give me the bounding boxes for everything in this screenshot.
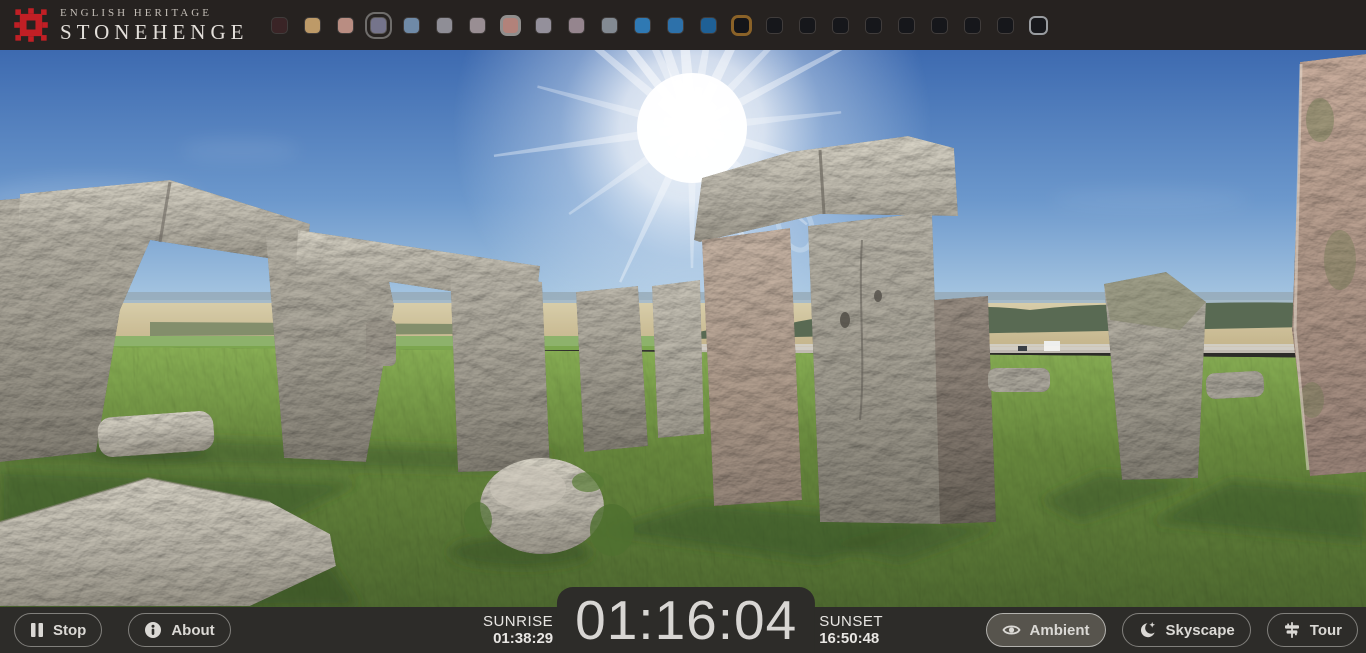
skyscape-button-label: Skyscape [1166,622,1235,639]
stop-button[interactable]: Stop [14,613,102,647]
clock-panel: 01:16:04 [557,587,815,653]
info-icon [144,621,162,639]
brand-logo: ENGLISH HERITAGE STONEHENGE [12,6,248,44]
sky-swatch-16[interactable] [800,18,815,33]
sunset-label: SUNSET [819,614,883,630]
eye-icon [1002,621,1021,639]
signpost-icon [1283,621,1301,639]
tour-button[interactable]: Tour [1267,613,1358,647]
sky-color-timeline [272,0,1046,50]
sky-swatch-17[interactable] [833,18,848,33]
tour-button-label: Tour [1310,622,1342,639]
about-button[interactable]: About [128,613,230,647]
sky-swatch-6[interactable] [470,18,485,33]
sky-swatch-21[interactable] [965,18,980,33]
sky-swatch-18[interactable] [866,18,881,33]
sky-swatch-14[interactable] [734,18,749,33]
english-heritage-logo-icon [12,6,50,44]
playback-cluster: Stop About [14,613,231,647]
sky-swatch-4[interactable] [404,18,419,33]
ambient-button[interactable]: Ambient [986,613,1106,647]
sky-swatch-23[interactable] [1031,18,1046,33]
sunrise-info: SUNRISE 01:38:29 [483,607,557,653]
moon-stars-icon [1138,621,1157,640]
sky-swatch-8[interactable] [536,18,551,33]
pause-icon [30,622,44,638]
sky-swatch-20[interactable] [932,18,947,33]
sunset-time: 16:50:48 [819,630,879,647]
sky-swatch-9[interactable] [569,18,584,33]
sky-swatch-15[interactable] [767,18,782,33]
sky-swatch-5[interactable] [437,18,452,33]
stonehenge-panorama-image [0,50,1366,607]
sky-swatch-7[interactable] [503,18,518,33]
brand-english-heritage: ENGLISH HERITAGE [60,8,248,19]
sky-swatch-10[interactable] [602,18,617,33]
brand-text: ENGLISH HERITAGE STONEHENGE [60,8,248,43]
sky-swatch-2[interactable] [338,18,353,33]
simulation-clock: 01:16:04 [575,593,797,648]
sunset-info: SUNSET 16:50:48 [815,607,883,653]
sky-swatch-11[interactable] [635,18,650,33]
skyscape-button[interactable]: Skyscape [1122,613,1251,647]
clock-cluster: SUNRISE 01:38:29 01:16:04 SUNSET 16:50:4… [483,587,883,653]
sunrise-label: SUNRISE [483,614,553,630]
sky-swatch-22[interactable] [998,18,1013,33]
mode-cluster: Ambient Skyscape Tour [986,613,1358,647]
sky-swatch-3[interactable] [371,18,386,33]
bottom-bar: Stop About SUNRISE 01:38:29 01:16:04 SUN… [0,607,1366,653]
sky-swatch-13[interactable] [701,18,716,33]
sky-swatch-19[interactable] [899,18,914,33]
sunrise-time: 01:38:29 [493,630,553,647]
brand-stonehenge: STONEHENGE [60,22,248,43]
sky-swatch-1[interactable] [305,18,320,33]
sky-swatch-0[interactable] [272,18,287,33]
stop-button-label: Stop [53,622,86,639]
ambient-button-label: Ambient [1030,622,1090,639]
about-button-label: About [171,622,214,639]
stonehenge-skyscape-app: ENGLISH HERITAGE STONEHENGE [0,0,1366,653]
panorama-viewport[interactable] [0,50,1366,607]
top-bar: ENGLISH HERITAGE STONEHENGE [0,0,1366,50]
sky-swatch-12[interactable] [668,18,683,33]
